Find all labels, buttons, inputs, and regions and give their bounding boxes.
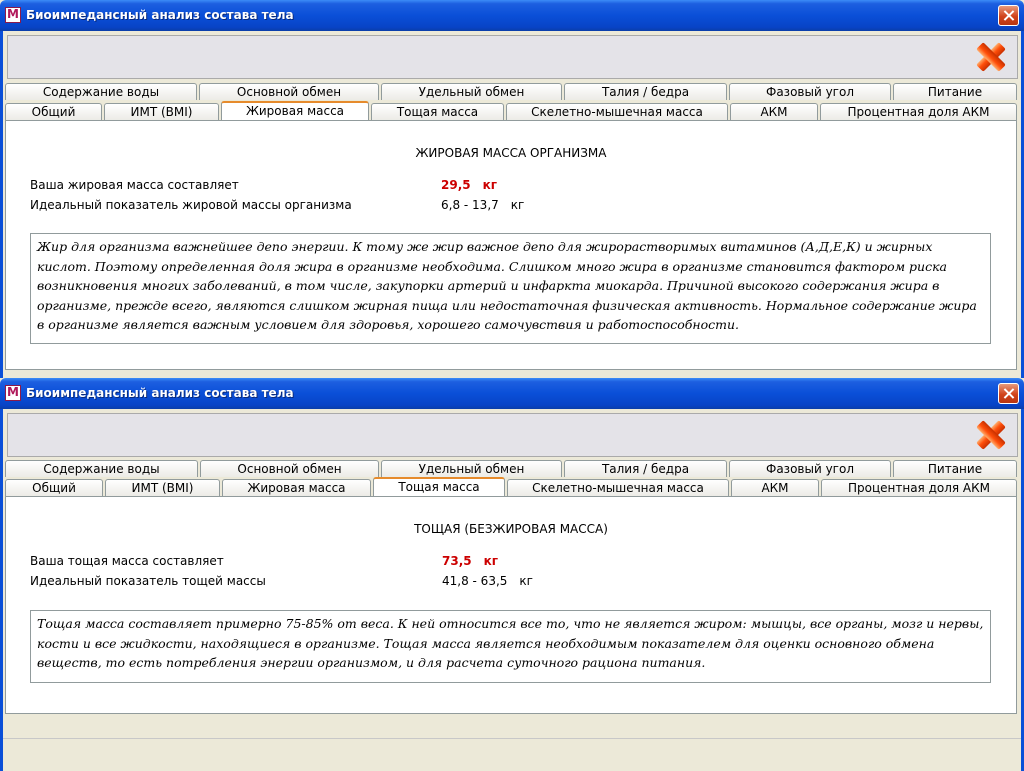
tab-nutrition[interactable]: Питание — [893, 460, 1017, 477]
tab-fat-mass[interactable]: Жировая масса — [222, 479, 371, 496]
tab-bmi[interactable]: ИМТ (BMI) — [104, 103, 219, 120]
ideal-lean-mass-label: Идеальный показатель тощей массы — [30, 574, 266, 588]
title-bar[interactable]: M Биоимпедансный анализ состава тела — [0, 378, 1024, 409]
lean-mass-value: 73,5 кг — [442, 554, 499, 568]
window-title: Биоимпедансный анализ состава тела — [26, 8, 294, 22]
ideal-fat-mass-label: Идеальный показатель жировой массы орган… — [30, 198, 352, 212]
panel-heading: ЖИРОВАЯ МАССА ОРГАНИЗМА — [415, 146, 607, 160]
tab-panel: ЖИРОВАЯ МАССА ОРГАНИЗМА Ваша жировая мас… — [5, 120, 1017, 370]
tab-water-content[interactable]: Содержание воды — [5, 83, 197, 100]
tab-fat-mass[interactable]: Жировая масса — [221, 101, 369, 120]
tab-basal-metabolism[interactable]: Основной обмен — [199, 83, 379, 100]
ideal-lean-mass-value: 41,8 - 63,5 кг — [442, 574, 533, 588]
tab-water-content[interactable]: Содержание воды — [5, 460, 198, 477]
tab-skeletal-muscle-mass[interactable]: Скелетно-мышечная масса — [506, 103, 728, 120]
title-bar[interactable]: M Биоимпедансный анализ состава тела — [0, 0, 1024, 31]
description-box: Тощая масса составляет примерно 75-85% о… — [30, 610, 991, 683]
tab-akm-percentage[interactable]: Процентная доля АКМ — [820, 103, 1017, 120]
status-strip — [3, 738, 1021, 771]
lean-mass-label: Ваша тощая масса составляет — [30, 554, 224, 568]
tab-specific-metabolism[interactable]: Удельный обмен — [381, 460, 562, 477]
tab-general[interactable]: Общий — [5, 103, 102, 120]
window-close-button[interactable] — [998, 5, 1019, 26]
fat-mass-label: Ваша жировая масса составляет — [30, 178, 239, 192]
tab-bmi[interactable]: ИМТ (BMI) — [105, 479, 220, 496]
panel-heading: ТОЩАЯ (БЕЗЖИРОВАЯ МАССА) — [414, 522, 608, 536]
tab-akm[interactable]: АКМ — [731, 479, 819, 496]
toolbar — [7, 413, 1018, 457]
toolbar — [7, 35, 1018, 79]
tab-lean-mass[interactable]: Тощая масса — [373, 477, 505, 496]
window-title: Биоимпедансный анализ состава тела — [26, 386, 294, 400]
tab-waist-hips[interactable]: Талия / бедра — [564, 460, 727, 477]
tab-basal-metabolism[interactable]: Основной обмен — [200, 460, 379, 477]
tab-specific-metabolism[interactable]: Удельный обмен — [381, 83, 562, 100]
tab-phase-angle[interactable]: Фазовый угол — [729, 83, 891, 100]
exit-x-icon[interactable] — [975, 418, 1009, 452]
tab-general[interactable]: Общий — [5, 479, 103, 496]
fat-mass-value: 29,5 кг — [441, 178, 498, 192]
tab-waist-hips[interactable]: Талия / бедра — [564, 83, 727, 100]
window-lean-mass: M Биоимпедансный анализ состава тела Сод… — [0, 378, 1024, 771]
exit-x-icon[interactable] — [975, 40, 1009, 74]
description-box: Жир для организма важнейшее депо энергии… — [30, 233, 991, 344]
tab-lean-mass[interactable]: Тощая масса — [371, 103, 504, 120]
tab-akm-percentage[interactable]: Процентная доля АКМ — [821, 479, 1017, 496]
ideal-fat-mass-value: 6,8 - 13,7 кг — [441, 198, 525, 212]
tab-akm[interactable]: АКМ — [730, 103, 818, 120]
tab-phase-angle[interactable]: Фазовый угол — [729, 460, 891, 477]
window-fat-mass: M Биоимпедансный анализ состава тела Сод… — [0, 0, 1024, 378]
app-icon: M — [5, 385, 21, 401]
app-icon: M — [5, 7, 21, 23]
window-close-button[interactable] — [998, 383, 1019, 404]
tab-nutrition[interactable]: Питание — [893, 83, 1017, 100]
tab-skeletal-muscle-mass[interactable]: Скелетно-мышечная масса — [507, 479, 729, 496]
tab-panel: ТОЩАЯ (БЕЗЖИРОВАЯ МАССА) Ваша тощая масс… — [5, 496, 1017, 714]
